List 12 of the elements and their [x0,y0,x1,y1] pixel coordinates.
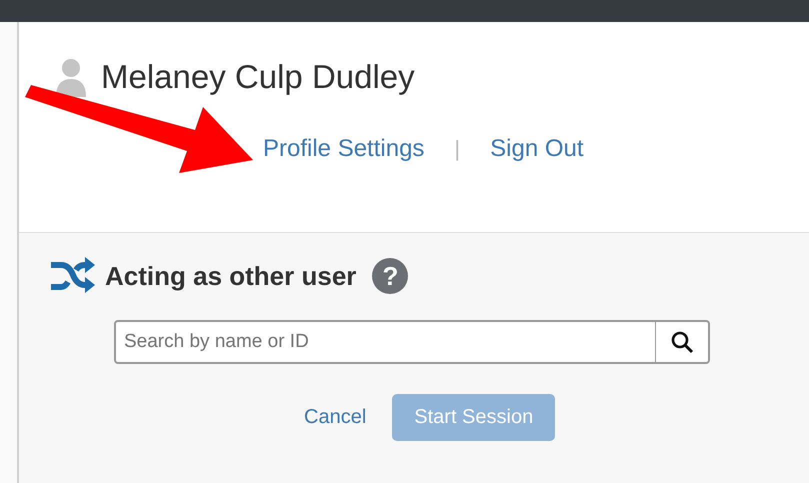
sign-out-link[interactable]: Sign Out [490,135,584,163]
section-title: Acting as other user [105,260,356,292]
profile-settings-link[interactable]: Profile Settings [263,135,424,163]
cancel-button[interactable]: Cancel [304,406,366,429]
search-icon [670,330,694,354]
search-field[interactable]: Search by name or ID [114,320,656,364]
shuffle-icon [49,257,95,295]
help-icon[interactable]: ? [372,258,408,294]
search-button[interactable] [656,320,710,364]
avatar-icon [55,57,87,97]
user-name: Melaney Culp Dudley [101,58,415,96]
link-separator: | [454,136,460,162]
